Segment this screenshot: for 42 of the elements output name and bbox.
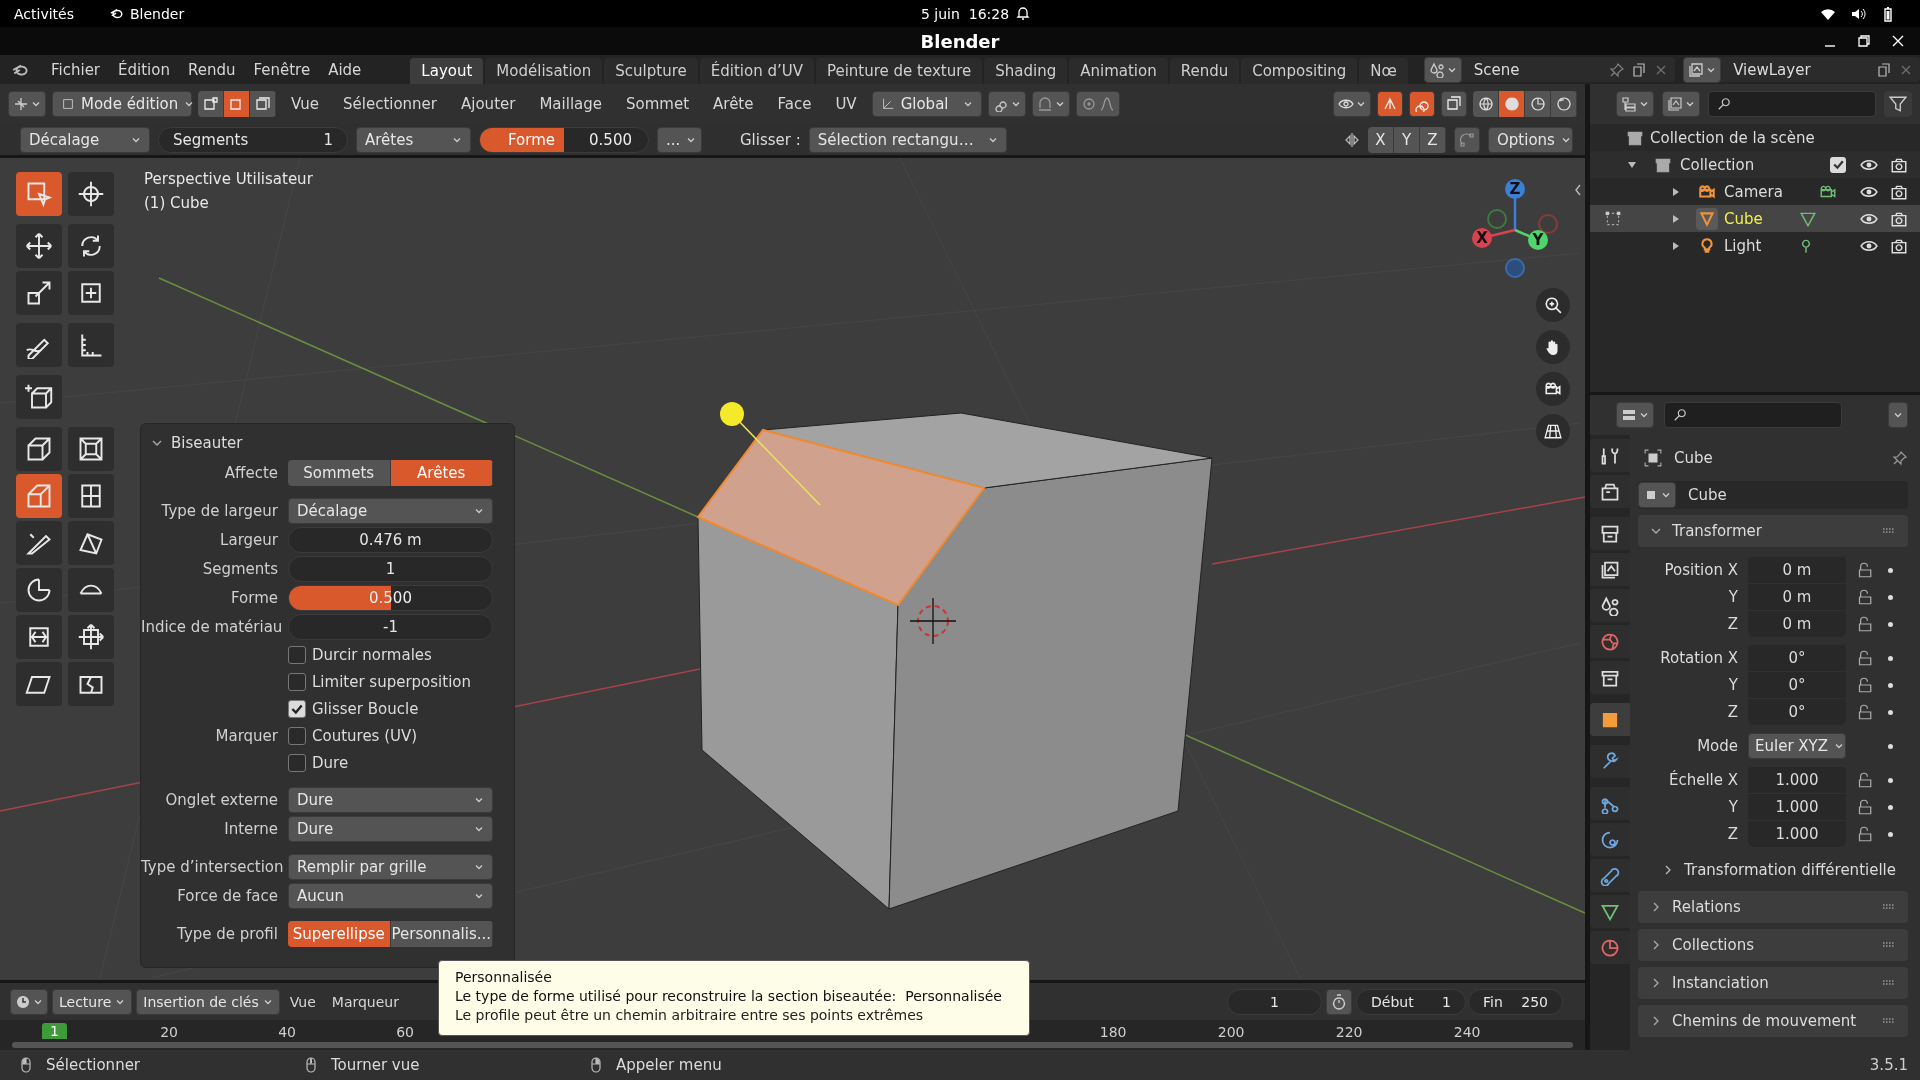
- field-label: Z: [1726, 825, 1739, 843]
- field-label: Type de largeur: [161, 502, 278, 520]
- frame-tick-label: 200: [1217, 1024, 1245, 1040]
- field-label: Forme: [231, 589, 278, 607]
- field-label: Position X: [1663, 561, 1739, 579]
- window-title: Blender: [920, 30, 1000, 52]
- status-hint: Tourner vue: [331, 1056, 420, 1074]
- frame-tick-label: 240: [1453, 1024, 1481, 1040]
- field-label: Z: [1726, 703, 1739, 721]
- viewport-info-text: Perspective Utilisateur: [144, 170, 313, 188]
- frame-tick-label: 40: [278, 1024, 296, 1040]
- tooltip-title: Personnalisée: [455, 968, 553, 987]
- field-label: Type d’intersection: [141, 858, 284, 876]
- field-label: Y: [1727, 798, 1739, 816]
- field-label: Mode: [1696, 737, 1739, 755]
- frame-tick-label: 220: [1335, 1024, 1363, 1040]
- field-label: Rotation X: [1659, 649, 1739, 667]
- field-label: Type de profil: [177, 925, 278, 943]
- field-label: Affecte: [224, 464, 278, 482]
- frame-tick-label: 180: [1099, 1024, 1127, 1040]
- status-hint: Sélectionner: [46, 1056, 141, 1074]
- tooltip-description: Le profile peut être un chemin arbitraire entre ses points extrêmes: [455, 1006, 925, 1025]
- slide-label: Glisser :: [740, 130, 801, 149]
- frame-tick-label: 60: [396, 1024, 414, 1040]
- field-label: Force de face: [177, 887, 278, 905]
- status-hint: Appeler menu: [616, 1056, 722, 1074]
- field-label: Largeur: [220, 531, 278, 549]
- field-label: Échelle X: [1667, 771, 1739, 789]
- field-label: Y: [1727, 676, 1739, 694]
- panel-title: Biseauter: [171, 434, 243, 452]
- field-label: Marquer: [215, 727, 278, 745]
- tooltip-text: Le type de forme utilisé pour reconstruire la section biseautée: Personnalisée: [455, 987, 1003, 1006]
- field-label: Onglet externe: [165, 791, 278, 809]
- field-label: Interne: [224, 820, 278, 838]
- field-label: Segments: [202, 560, 278, 578]
- version-label: 3.5.1: [1869, 1056, 1908, 1074]
- field-label: Z: [1726, 615, 1739, 633]
- object-name: Cube: [1674, 449, 1713, 467]
- field-label: Y: [1727, 588, 1739, 606]
- frame-tick-label: 20: [160, 1024, 178, 1040]
- field-label: Indice de matériau: [141, 618, 283, 636]
- viewport-info-text: (1) Cube: [144, 194, 210, 212]
